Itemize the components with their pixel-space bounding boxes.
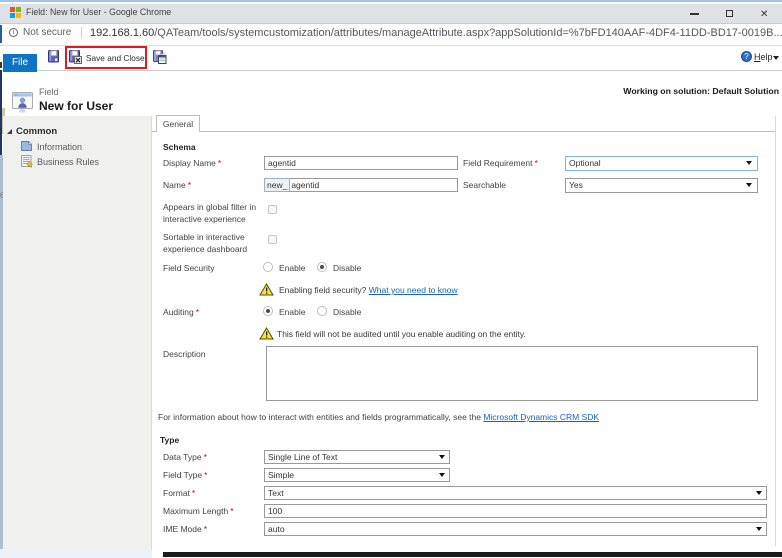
- svg-text:?: ?: [744, 52, 749, 61]
